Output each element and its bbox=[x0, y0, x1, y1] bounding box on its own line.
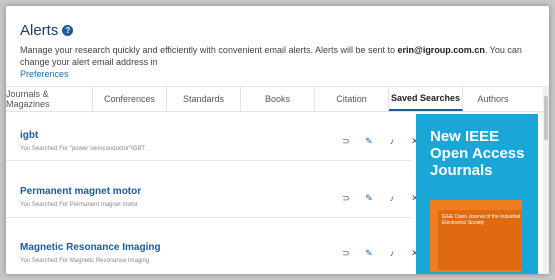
page-title: Alerts bbox=[20, 22, 59, 39]
list-item: igbt You Searched For "power semiconduct… bbox=[6, 110, 419, 161]
help-icon[interactable]: ? bbox=[62, 25, 74, 36]
list-item: Permanent magnet motor You Searched For … bbox=[6, 161, 419, 218]
row-actions: ⊃ ✎ ♪ ✕ bbox=[341, 193, 420, 203]
preferences-link[interactable]: Preferences bbox=[20, 69, 69, 79]
bell-icon[interactable]: ♪ bbox=[387, 248, 397, 258]
alerts-page: Alerts ? Manage your research quickly an… bbox=[6, 6, 549, 274]
ad-title: New IEEE Open Access Journals bbox=[430, 128, 525, 179]
saved-search-title[interactable]: Magnetic Resonance Imaging bbox=[20, 242, 161, 253]
saved-search-title[interactable]: igbt bbox=[20, 130, 38, 141]
alerts-description: Manage your research quickly and efficie… bbox=[20, 44, 535, 80]
saved-search-query: You Searched For Magnetic Resonance Imag… bbox=[20, 258, 150, 264]
rss-icon[interactable]: ⊃ bbox=[341, 136, 351, 146]
rss-icon[interactable]: ⊃ bbox=[341, 193, 351, 203]
row-actions: ⊃ ✎ ♪ ✕ bbox=[341, 248, 420, 258]
saved-search-query: You Searched For Permanent magnet motor bbox=[20, 202, 138, 208]
tab-saved-searches[interactable]: Saved Searches bbox=[389, 87, 463, 111]
row-actions: ⊃ ✎ ♪ ✕ bbox=[341, 136, 420, 146]
tab-conferences[interactable]: Conferences bbox=[93, 87, 167, 111]
alert-email: erin@igroup.com.cn bbox=[397, 45, 485, 55]
edit-icon[interactable]: ✎ bbox=[364, 136, 374, 146]
tab-authors[interactable]: Authors bbox=[463, 87, 523, 111]
alerts-header: Alerts ? Manage your research quickly an… bbox=[20, 22, 535, 80]
list-item: Magnetic Resonance Imaging You Searched … bbox=[6, 218, 419, 268]
tab-standards[interactable]: Standards bbox=[167, 87, 241, 111]
saved-search-title[interactable]: Permanent magnet motor bbox=[20, 186, 141, 197]
scrollbar[interactable] bbox=[543, 86, 549, 274]
magazine-cover: IEEE Open Journal of the Industrial Elec… bbox=[430, 200, 522, 272]
open-access-ad[interactable]: New IEEE Open Access Journals IEEE Open … bbox=[416, 114, 538, 274]
saved-search-query: You Searched For "power semiconductor"IG… bbox=[20, 146, 146, 152]
tab-citation[interactable]: Citation bbox=[315, 87, 389, 111]
bell-icon[interactable]: ♪ bbox=[387, 136, 397, 146]
saved-searches-list: igbt You Searched For "power semiconduct… bbox=[6, 110, 419, 268]
edit-icon[interactable]: ✎ bbox=[364, 193, 374, 203]
bell-icon[interactable]: ♪ bbox=[387, 193, 397, 203]
description-prefix: Manage your research quickly and efficie… bbox=[20, 45, 398, 55]
scroll-thumb[interactable] bbox=[544, 96, 548, 140]
alert-tabs: Journals & Magazines Conferences Standar… bbox=[6, 86, 549, 112]
magazine-title: IEEE Open Journal of the Industrial Elec… bbox=[442, 214, 521, 226]
title-row: Alerts ? bbox=[20, 22, 535, 39]
tab-books[interactable]: Books bbox=[241, 87, 315, 111]
rss-icon[interactable]: ⊃ bbox=[341, 248, 351, 258]
edit-icon[interactable]: ✎ bbox=[364, 248, 374, 258]
tab-journals-magazines[interactable]: Journals & Magazines bbox=[6, 87, 93, 111]
